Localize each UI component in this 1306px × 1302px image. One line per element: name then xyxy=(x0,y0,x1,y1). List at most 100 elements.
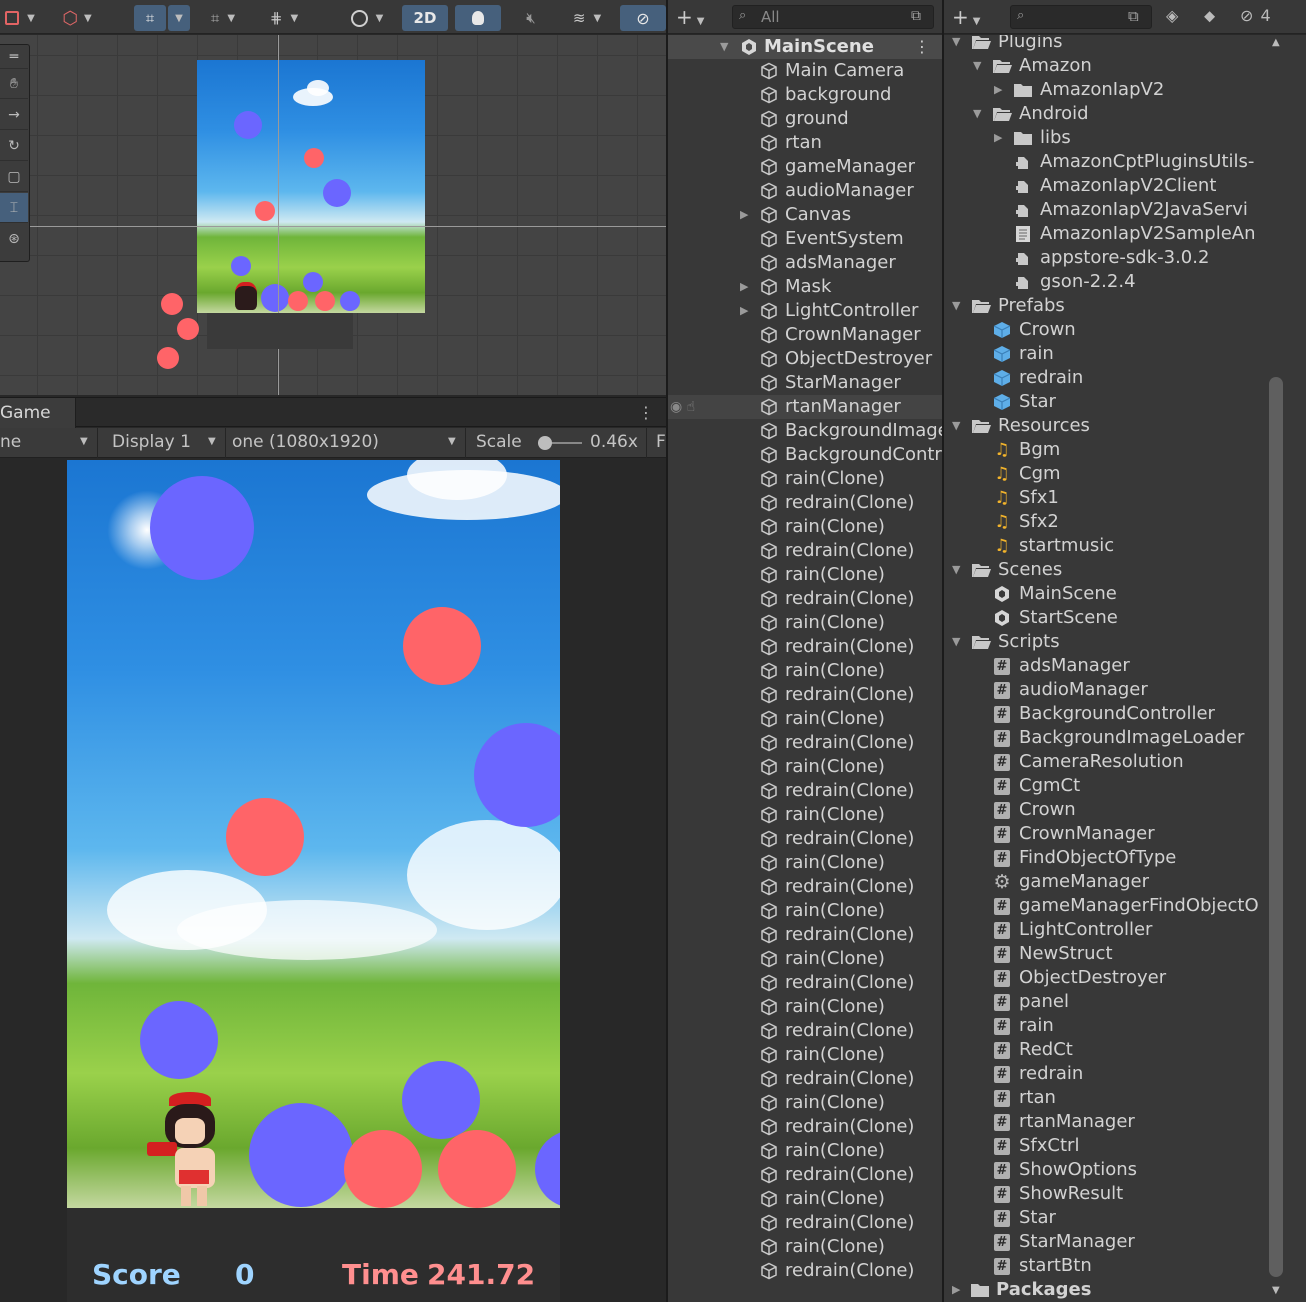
kebab-menu-icon[interactable]: ⋮ xyxy=(638,403,654,422)
hierarchy-item[interactable]: rain(Clone) xyxy=(668,1139,942,1163)
view-mode-dropdown[interactable]: ne ▼ xyxy=(0,428,98,458)
hierarchy-item[interactable]: rain(Clone) xyxy=(668,611,942,635)
chevron-right-icon[interactable]: ▶ xyxy=(740,203,748,227)
scroll-down-icon[interactable]: ▼ xyxy=(1272,1285,1280,1296)
hierarchy-item[interactable]: redrain(Clone) xyxy=(668,731,942,755)
project-item[interactable]: ▶ libs xyxy=(944,126,1268,150)
scene-header[interactable]: ▼ MainScene ⋮ xyxy=(668,35,942,59)
hierarchy-item[interactable]: audioManager xyxy=(668,179,942,203)
create-dropdown[interactable]: + ▼ xyxy=(676,5,722,29)
hierarchy-item[interactable]: rain(Clone) xyxy=(668,899,942,923)
hierarchy-item[interactable]: rain(Clone) xyxy=(668,515,942,539)
project-item[interactable]: ▼ Scripts xyxy=(944,630,1268,654)
chevron-down-icon[interactable]: ▼ xyxy=(973,102,981,126)
hierarchy-item[interactable]: background xyxy=(668,83,942,107)
project-item[interactable]: # gameManagerFindObjectO xyxy=(944,894,1268,918)
hierarchy-item[interactable]: ObjectDestroyer xyxy=(668,347,942,371)
project-item[interactable]: Crown xyxy=(944,318,1268,342)
hierarchy-item[interactable]: redrain(Clone) xyxy=(668,683,942,707)
scene-menu-icon[interactable]: ⋮ xyxy=(914,35,930,59)
rect-tool[interactable]: ⌶ xyxy=(0,193,28,223)
increment-snap-dropdown[interactable]: ⌗ ▼ xyxy=(196,5,250,31)
project-item[interactable]: ♫ Bgm xyxy=(944,438,1268,462)
project-scrollbar[interactable]: ▲ ▼ xyxy=(1268,35,1286,1302)
project-item[interactable]: # rain xyxy=(944,1014,1268,1038)
project-item[interactable]: ♫ Cgm xyxy=(944,462,1268,486)
project-item[interactable]: # Star xyxy=(944,1206,1268,1230)
hierarchy-item[interactable]: rain(Clone) xyxy=(668,467,942,491)
chevron-down-icon[interactable]: ▼ xyxy=(952,414,960,438)
hierarchy-item[interactable]: redrain(Clone) xyxy=(668,779,942,803)
project-item[interactable]: # rtan xyxy=(944,1086,1268,1110)
project-item[interactable]: redrain xyxy=(944,366,1268,390)
draw-mode-dropdown[interactable]: ▼ xyxy=(0,5,40,31)
project-item[interactable]: # StarManager xyxy=(944,1230,1268,1254)
hierarchy-item[interactable]: rain(Clone) xyxy=(668,851,942,875)
hierarchy-search[interactable]: ⌕ All ⧉ xyxy=(732,5,934,29)
hierarchy-item[interactable]: redrain(Clone) xyxy=(668,923,942,947)
hierarchy-item[interactable]: rain(Clone) xyxy=(668,803,942,827)
hierarchy-item[interactable]: ▶ Canvas xyxy=(668,203,942,227)
project-item[interactable]: ♫ Sfx1 xyxy=(944,486,1268,510)
chevron-right-icon[interactable]: ▶ xyxy=(994,126,1002,150)
hierarchy-item[interactable]: redrain(Clone) xyxy=(668,491,942,515)
project-item[interactable]: # panel xyxy=(944,990,1268,1014)
hierarchy-item[interactable]: ground xyxy=(668,107,942,131)
hierarchy-item[interactable]: adsManager xyxy=(668,251,942,275)
project-item[interactable]: # ShowOptions xyxy=(944,1158,1268,1182)
scale-tool[interactable]: ▢ xyxy=(0,162,28,192)
project-item[interactable]: # CrownManager xyxy=(944,822,1268,846)
project-item[interactable]: AmazonIapV2JavaServi xyxy=(944,198,1268,222)
hierarchy-item[interactable]: rtan xyxy=(668,131,942,155)
filter-by-type-icon[interactable]: ◈ xyxy=(1166,6,1178,25)
rotate-tool[interactable]: ↻ xyxy=(0,131,28,161)
project-item[interactable]: ▼ Plugins xyxy=(944,35,1268,54)
project-item[interactable]: ♫ Sfx2 xyxy=(944,510,1268,534)
scroll-up-icon[interactable]: ▲ xyxy=(1272,37,1280,48)
game-screen[interactable] xyxy=(67,460,560,1208)
gizmo-cube-dropdown[interactable]: ⬡ ▼ xyxy=(50,5,104,31)
hidden-packages-toggle[interactable]: ⊘ 4 xyxy=(1240,6,1280,28)
hierarchy-item[interactable]: rain(Clone) xyxy=(668,659,942,683)
hierarchy-item[interactable]: redrain(Clone) xyxy=(668,1115,942,1139)
project-item[interactable]: # RedCt xyxy=(944,1038,1268,1062)
hierarchy-item[interactable]: rain(Clone) xyxy=(668,755,942,779)
visibility-pick-icon[interactable]: ◉ ☝ xyxy=(670,395,695,419)
chevron-down-icon[interactable]: ▼ xyxy=(952,294,960,318)
hierarchy-item[interactable]: rain(Clone) xyxy=(668,1091,942,1115)
project-item[interactable]: rain xyxy=(944,342,1268,366)
project-item[interactable]: # Crown xyxy=(944,798,1268,822)
display-dropdown[interactable]: Display 1 ▼ xyxy=(100,428,226,458)
search-filter-icon[interactable]: ⧉ xyxy=(1128,7,1139,25)
project-item[interactable]: # BackgroundController xyxy=(944,702,1268,726)
project-item[interactable]: # adsManager xyxy=(944,654,1268,678)
project-item[interactable]: appstore-sdk-3.0.2 xyxy=(944,246,1268,270)
project-item[interactable]: # redrain xyxy=(944,1062,1268,1086)
hierarchy-item[interactable]: CrownManager xyxy=(668,323,942,347)
chevron-right-icon[interactable]: ▶ xyxy=(740,275,748,299)
project-item[interactable]: Star xyxy=(944,390,1268,414)
hierarchy-item[interactable]: redrain(Clone) xyxy=(668,587,942,611)
hierarchy-item[interactable]: EventSystem xyxy=(668,227,942,251)
lighting-toggle[interactable] xyxy=(455,5,501,31)
grid-snap-button[interactable]: ⌗ xyxy=(134,5,166,31)
hierarchy-item[interactable]: redrain(Clone) xyxy=(668,875,942,899)
project-item[interactable]: # FindObjectOfType xyxy=(944,846,1268,870)
hierarchy-item[interactable]: rain(Clone) xyxy=(668,1043,942,1067)
hierarchy-item[interactable]: rain(Clone) xyxy=(668,563,942,587)
render-mode-dropdown[interactable]: ▼ xyxy=(340,5,394,31)
hierarchy-item[interactable]: redrain(Clone) xyxy=(668,827,942,851)
project-item[interactable]: ▼ Prefabs xyxy=(944,294,1268,318)
grid-snap-dropdown[interactable]: ▼ xyxy=(168,5,190,31)
tab-game[interactable]: Game xyxy=(0,398,76,428)
grid-visibility-dropdown[interactable]: ⋕ ▼ xyxy=(256,5,312,31)
project-item[interactable]: # NewStruct xyxy=(944,942,1268,966)
hierarchy-item[interactable]: redrain(Clone) xyxy=(668,539,942,563)
mode-2d-toggle[interactable]: 2D xyxy=(402,5,448,31)
audio-toggle[interactable]: 🔇︎ xyxy=(508,5,554,31)
transform-tool[interactable]: ⊛ xyxy=(0,224,28,254)
search-filter-icon[interactable]: ⧉ xyxy=(911,8,921,24)
hierarchy-item[interactable]: redrain(Clone) xyxy=(668,1163,942,1187)
hierarchy-item[interactable]: Main Camera xyxy=(668,59,942,83)
hierarchy-item[interactable]: BackgroundContr xyxy=(668,443,942,467)
